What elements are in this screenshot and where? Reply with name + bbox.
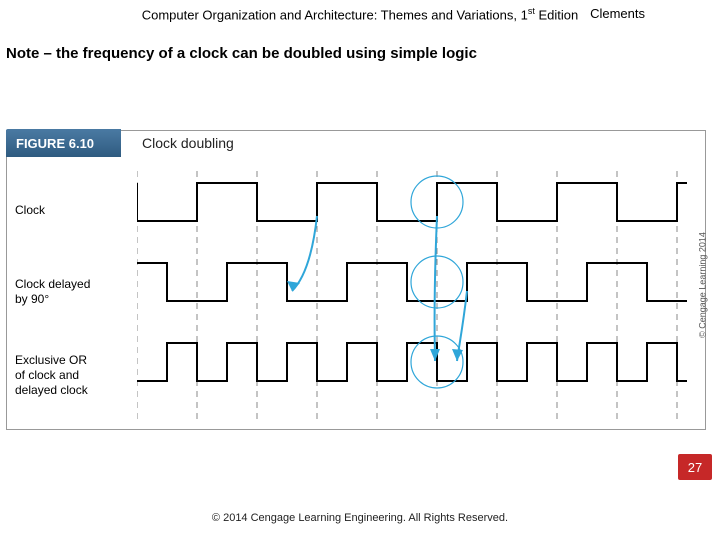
page-number: 27 — [688, 460, 702, 475]
timing-diagram: Clock Clock delayed by 90° Exclusive OR … — [7, 171, 693, 429]
figure-label: FIGURE 6.10 — [6, 129, 121, 157]
row3-line3: delayed clock — [15, 383, 88, 397]
row2-line2: by 90° — [15, 292, 49, 306]
row-label-delayed: Clock delayed by 90° — [15, 277, 90, 307]
side-copyright: © Cengage Learning 2014 — [698, 232, 708, 338]
row3-line2: of clock and — [15, 368, 79, 382]
figure-container: FIGURE 6.10 Clock doubling © Cengage Lea… — [6, 130, 706, 430]
slide-note: Note – the frequency of a clock can be d… — [6, 45, 477, 62]
waveform-svg — [137, 171, 687, 421]
book-title-sup: st — [528, 6, 535, 16]
book-title-post: Edition — [535, 7, 578, 22]
author-name: Clements — [590, 6, 645, 21]
slide: Computer Organization and Architecture: … — [0, 0, 720, 540]
figure-title: Clock doubling — [142, 135, 234, 151]
footer-copyright: © 2014 Cengage Learning Engineering. All… — [0, 512, 720, 524]
page-number-badge: 27 — [678, 454, 712, 480]
row-label-xor: Exclusive OR of clock and delayed clock — [15, 353, 88, 398]
row2-line1: Clock delayed — [15, 277, 90, 291]
row3-line1: Exclusive OR — [15, 353, 87, 367]
book-title-pre: Computer Organization and Architecture: … — [142, 7, 528, 22]
row-label-clock: Clock — [15, 203, 45, 218]
